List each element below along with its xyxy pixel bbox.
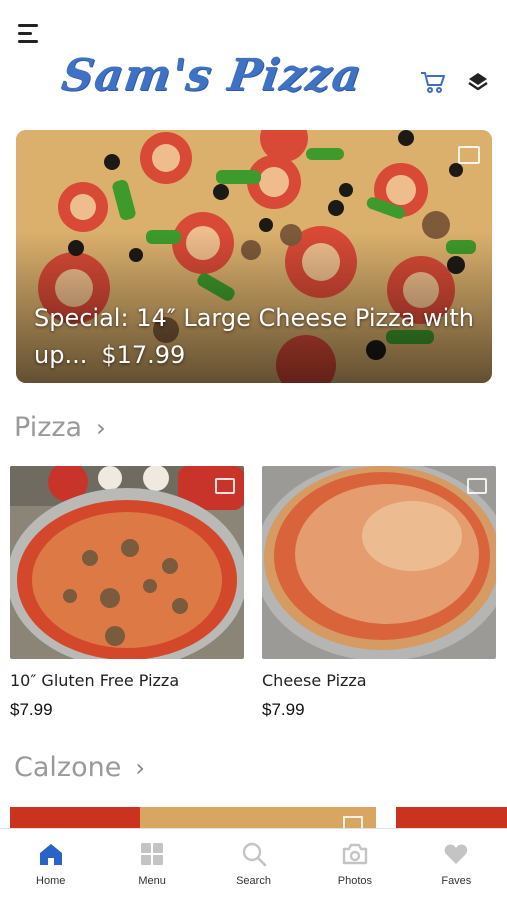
menu-icon[interactable] (18, 22, 44, 46)
tab-label: Faves (441, 875, 472, 887)
chevron-right-icon: › (96, 413, 106, 442)
menu-item-image (262, 466, 496, 659)
menu-item-name: Cheese Pizza (262, 671, 367, 690)
tab-photos[interactable]: Photos (304, 829, 405, 900)
menu-item-image (10, 466, 244, 659)
search-icon (242, 842, 266, 867)
tab-home[interactable]: Home (0, 829, 101, 900)
section-title: Calzone (14, 752, 122, 783)
home-icon (39, 844, 62, 865)
bottom-tab-bar: Home Menu Search Photos Faves (0, 828, 507, 900)
menu-item-card[interactable]: 10″ Gluten Free Pizza $7.99 (10, 466, 244, 720)
tab-label: Photos (337, 875, 373, 887)
special-price: $17.99 (101, 341, 186, 369)
tab-search[interactable]: Search (203, 829, 304, 900)
tab-label: Search (236, 875, 271, 887)
heart-icon (445, 844, 468, 864)
section-pizza-header[interactable]: Pizza › (14, 412, 106, 443)
menu-item-name: 10″ Gluten Free Pizza (10, 671, 180, 690)
special-title: Special: 14″ Large Cheese Pizza with up.… (34, 304, 474, 369)
chevron-right-icon: › (135, 753, 145, 782)
menu-item-price: $7.99 (10, 700, 53, 719)
image-icon (467, 478, 487, 494)
camera-icon (342, 843, 368, 865)
tab-label: Home (36, 875, 66, 887)
section-calzone-header[interactable]: Calzone › (14, 752, 145, 783)
section-title: Pizza (14, 412, 83, 443)
cart-icon[interactable] (420, 70, 446, 94)
image-icon (215, 478, 235, 494)
menu-item-card[interactable]: Cheese Pizza $7.99 (262, 466, 496, 720)
special-banner[interactable]: Special: 14″ Large Cheese Pizza with up.… (16, 130, 492, 383)
tab-faves[interactable]: Faves (406, 829, 507, 900)
logo: Sam's Pizza (58, 50, 366, 101)
menu-item-price: $7.99 (262, 700, 305, 719)
grid-icon (141, 843, 164, 865)
image-icon (458, 146, 480, 164)
layers-icon[interactable] (466, 70, 490, 94)
tab-menu[interactable]: Menu (101, 829, 202, 900)
tab-label: Menu (138, 875, 166, 887)
